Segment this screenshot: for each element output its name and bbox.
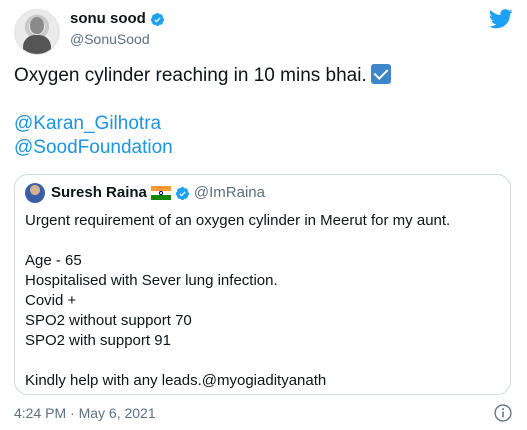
quoted-line: Age - 65 — [25, 252, 82, 269]
quoted-handle: @ImRaina — [193, 184, 265, 201]
quoted-author-avatar — [25, 183, 45, 203]
tweet-body-text: Oxygen cylinder reaching in 10 mins bhai… — [14, 65, 367, 86]
verified-badge-icon — [150, 12, 164, 26]
quoted-line: SPO2 with support 91 — [25, 332, 171, 349]
quoted-text: Urgent requirement of an oxygen cylinder… — [25, 211, 450, 391]
quoted-line: Hospitalised with Sever lung infection. — [25, 272, 278, 289]
india-flag-icon — [150, 186, 171, 200]
author-header: sonu sood @SonuSood — [70, 10, 165, 48]
twitter-bird-icon[interactable] — [489, 9, 513, 29]
author-display-name[interactable]: sonu sood — [70, 10, 146, 28]
check-mark-icon — [370, 64, 391, 84]
tweet-text: Oxygen cylinder reaching in 10 mins bhai… — [14, 64, 391, 160]
quoted-blank-line — [25, 351, 450, 371]
mention-link-karan[interactable]: @Karan_Gilhotra — [14, 113, 161, 134]
author-name-row[interactable]: sonu sood — [70, 10, 165, 28]
tweet-card: sonu sood @SonuSood Oxygen cylinder reac… — [0, 0, 527, 430]
mention-link-soodfoundation[interactable]: @SoodFoundation — [14, 137, 173, 158]
quoted-tweet[interactable]: Suresh Raina @ImRaina Urgent requirement… — [14, 174, 511, 395]
author-avatar[interactable] — [14, 9, 60, 55]
author-handle[interactable]: @SonuSood — [70, 30, 165, 48]
quoted-line: Urgent requirement of an oxygen cylinder… — [25, 212, 451, 229]
quoted-author-header: Suresh Raina @ImRaina — [51, 184, 265, 202]
quoted-line: Covid + — [25, 292, 77, 309]
quoted-line: Kindly help with any leads.@myogiadityan… — [25, 372, 327, 389]
info-icon[interactable] — [493, 403, 513, 423]
tweet-line-1: Oxygen cylinder reaching in 10 mins bhai… — [14, 64, 391, 88]
quoted-blank-line — [25, 231, 450, 251]
quoted-display-name: Suresh Raina — [51, 184, 147, 201]
quoted-line: SPO2 without support 70 — [25, 312, 192, 329]
tweet-timestamp[interactable]: 4:24 PM · May 6, 2021 — [14, 404, 156, 422]
verified-badge-icon — [175, 186, 189, 200]
